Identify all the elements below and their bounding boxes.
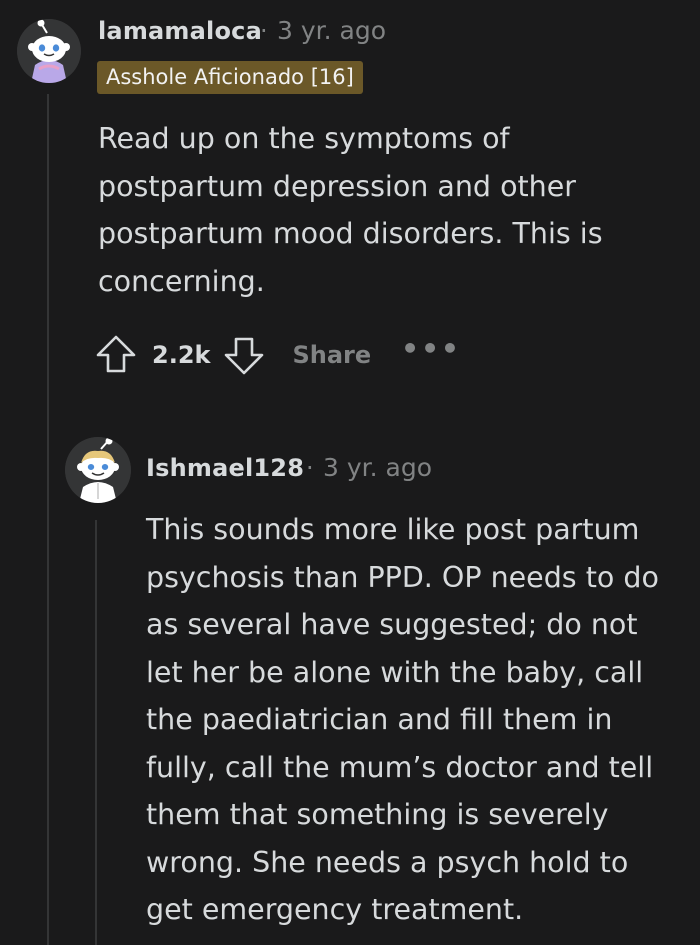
comment1-timestamp[interactable]: 3 yr. ago — [277, 16, 386, 45]
arrow-up-outline-icon — [96, 335, 136, 373]
comment2-timestamp[interactable]: 3 yr. ago — [323, 453, 432, 482]
thread-line-comment2[interactable] — [95, 520, 97, 945]
comment2-username[interactable]: Ishmael128 — [146, 454, 304, 482]
more-options-button[interactable]: ••• — [401, 335, 461, 363]
comment2-meta-separator: · — [306, 454, 314, 482]
share-button[interactable]: Share — [292, 341, 371, 369]
comment1-action-bar: 2.2k Share ••• — [94, 333, 461, 377]
snoo-avatar-icon — [17, 19, 81, 83]
comment1-username[interactable]: lamamaloca — [98, 17, 262, 45]
avatar-ishmael128[interactable] — [65, 437, 131, 503]
snoo-avatar-icon — [65, 437, 131, 503]
comment1-user-flair: Asshole Aficionado [16] — [97, 61, 363, 94]
upvote-button[interactable] — [94, 333, 138, 377]
arrow-down-outline-icon — [225, 337, 264, 375]
comment1-body: Read up on the symptoms of postpartum de… — [98, 122, 603, 298]
thread-line-comment1[interactable] — [47, 94, 49, 945]
downvote-button[interactable] — [222, 333, 266, 377]
comment1-meta-separator: · — [260, 17, 268, 45]
avatar-lamamaloca[interactable] — [17, 19, 81, 83]
vote-count: 2.2k — [152, 341, 211, 369]
comment2-body: This sounds more like post partum psycho… — [146, 513, 659, 926]
